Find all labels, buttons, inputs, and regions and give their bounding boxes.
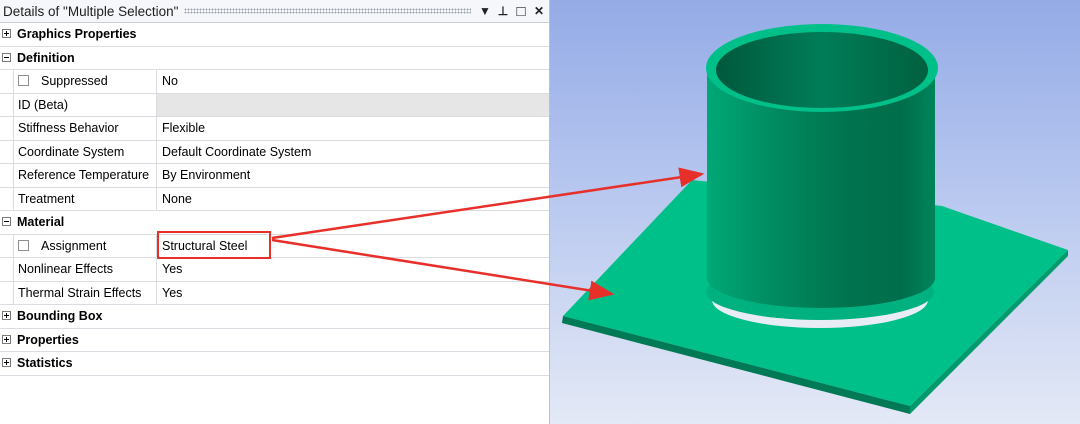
group-definition[interactable]: Definition — [0, 47, 549, 70]
cylinder-inner — [716, 32, 928, 108]
property-value[interactable]: No — [157, 70, 549, 93]
row-id: ID (Beta) — [0, 93, 549, 117]
property-label: Nonlinear Effects — [13, 258, 157, 281]
row-suppressed: Suppressed No — [0, 70, 549, 94]
property-label: Reference Temperature — [13, 164, 157, 187]
dropdown-arrow-icon[interactable]: ▼ — [477, 3, 493, 19]
collapse-icon[interactable] — [2, 217, 11, 226]
model-view — [562, 24, 1068, 414]
property-label: Coordinate System — [13, 140, 157, 163]
property-value[interactable]: By Environment — [157, 164, 549, 187]
expand-icon[interactable] — [2, 311, 11, 320]
property-value — [157, 93, 549, 116]
expand-icon[interactable] — [2, 358, 11, 367]
panel-title: Details of "Multiple Selection" — [3, 3, 179, 19]
property-value[interactable]: Yes — [157, 282, 549, 305]
panel-titlebar: Details of "Multiple Selection" ▼ ⊥ □ ✕ — [0, 0, 549, 23]
property-label: Thermal Strain Effects — [13, 281, 157, 304]
group-bounding-box[interactable]: Bounding Box — [0, 305, 549, 329]
property-value[interactable]: Flexible — [157, 117, 549, 140]
row-reference-temperature: Reference Temperature By Environment — [0, 164, 549, 188]
row-stiffness-behavior: Stiffness Behavior Flexible — [0, 117, 549, 141]
row-treatment: Treatment None — [0, 187, 549, 211]
group-properties[interactable]: Properties — [0, 329, 549, 352]
pin-icon[interactable]: ⊥ — [495, 3, 511, 19]
group-statistics[interactable]: Statistics — [0, 352, 549, 376]
titlebar-grip[interactable] — [184, 8, 471, 14]
assignment-checkbox[interactable] — [18, 239, 29, 251]
close-icon[interactable]: ✕ — [531, 3, 547, 19]
group-label: Material — [17, 215, 65, 229]
row-assignment: Assignment Structural Steel — [0, 234, 549, 258]
group-label: Statistics — [17, 356, 73, 370]
row-coordinate-system: Coordinate System Default Coordinate Sys… — [0, 140, 549, 164]
maximize-icon[interactable]: □ — [513, 3, 529, 20]
group-label: Bounding Box — [17, 309, 103, 323]
property-value[interactable]: Default Coordinate System — [157, 141, 549, 164]
row-thermal-strain-effects: Thermal Strain Effects Yes — [0, 281, 549, 305]
assignment-highlight-box — [157, 231, 271, 259]
details-panel: Details of "Multiple Selection" ▼ ⊥ □ ✕ … — [0, 0, 550, 424]
property-label: Suppressed — [13, 70, 157, 93]
group-label: Graphics Properties — [17, 27, 137, 41]
property-label: Assignment — [13, 234, 157, 257]
expand-icon[interactable] — [2, 29, 11, 38]
suppressed-checkbox[interactable] — [18, 75, 29, 86]
property-label: ID (Beta) — [13, 93, 157, 116]
collapse-icon[interactable] — [2, 52, 11, 62]
group-material[interactable]: Material — [0, 211, 549, 235]
graphics-viewport[interactable] — [550, 0, 1080, 424]
group-label: Properties — [17, 332, 79, 347]
property-value[interactable]: None — [157, 188, 549, 211]
group-graphics-properties[interactable]: Graphics Properties — [0, 23, 549, 47]
details-tree: Graphics Properties Definition Suppresse… — [0, 23, 549, 376]
row-nonlinear-effects: Nonlinear Effects Yes — [0, 258, 549, 282]
property-value[interactable]: Yes — [157, 258, 549, 281]
group-label: Definition — [17, 50, 75, 65]
property-label: Treatment — [13, 187, 157, 210]
expand-icon[interactable] — [2, 334, 11, 344]
property-label: Stiffness Behavior — [13, 117, 157, 140]
